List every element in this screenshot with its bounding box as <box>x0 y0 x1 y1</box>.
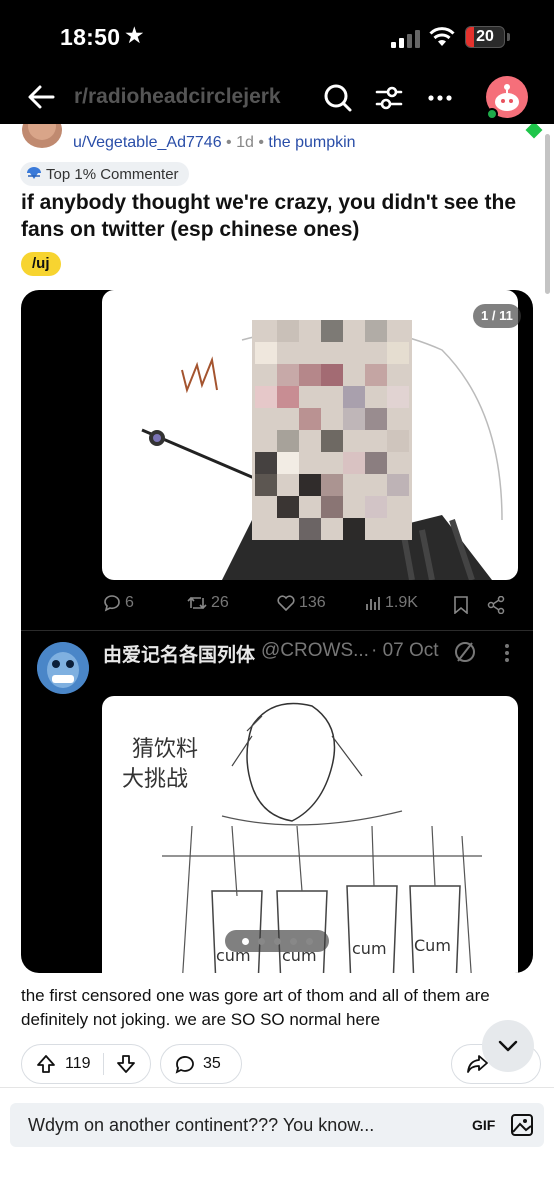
commenter-badge-icon <box>27 167 41 179</box>
like-stat: 136 <box>277 594 326 612</box>
filter-sliders-icon[interactable] <box>374 83 404 113</box>
user-flair[interactable]: the pumpkin <box>268 134 355 151</box>
share-network-icon <box>487 596 505 614</box>
subreddit-title[interactable]: r/radioheadcirclejerk <box>74 85 281 109</box>
heart-icon <box>277 595 295 611</box>
views-icon <box>366 597 380 610</box>
upvote-count: 119 <box>65 1055 91 1072</box>
new-indicator <box>525 124 543 139</box>
like-count: 136 <box>299 594 326 611</box>
retweet-icon <box>187 596 207 610</box>
cup-label-4: Cum <box>414 936 451 955</box>
battery-level: 20 <box>476 28 494 45</box>
gif-button[interactable]: GIF <box>472 1117 495 1133</box>
handwriting-1: 猜饮料 <box>132 737 198 762</box>
post-title: if anybody thought we're crazy, you didn… <box>21 191 516 241</box>
comment-composer-bar: Wdym on another continent??? You know...… <box>0 1087 554 1157</box>
more-options-icon[interactable] <box>425 83 455 113</box>
star-icon: ★ <box>124 22 145 48</box>
nav-bar: r/radioheadcirclejerk <box>0 76 554 124</box>
tweet-author-avatar <box>37 642 89 694</box>
author-avatar[interactable] <box>22 124 62 148</box>
chevron-down-icon <box>498 1040 518 1052</box>
battery-icon: 20 <box>465 26 505 48</box>
image-counter: 1 / 11 <box>473 304 521 328</box>
comment-input-placeholder: Wdym on another continent??? You know... <box>28 1115 375 1135</box>
post-flair-tag[interactable]: /uj <box>21 252 61 276</box>
home-indicator-area <box>0 1157 554 1200</box>
clock: 18:50 <box>60 24 121 50</box>
comment-count: 35 <box>203 1055 221 1072</box>
post-age: 1d <box>236 134 254 151</box>
handwriting-2: 大挑战 <box>122 767 188 792</box>
tweet-date: · 07 Oct <box>371 640 439 661</box>
search-icon[interactable] <box>323 83 353 113</box>
signal-icon <box>391 30 421 48</box>
no-entry-icon <box>455 642 475 662</box>
gallery-pagination[interactable] <box>225 930 329 952</box>
reply-icon <box>104 595 120 612</box>
commenter-badge[interactable]: Top 1% Commenter <box>20 162 189 186</box>
reply-count: 6 <box>125 594 134 611</box>
post-actions: 119 35 <box>0 1044 554 1084</box>
retweet-stat: 26 <box>187 594 229 612</box>
wifi-icon <box>429 27 455 46</box>
retweet-count: 26 <box>211 594 229 611</box>
back-arrow-icon[interactable] <box>26 82 56 112</box>
scrollbar[interactable] <box>545 134 550 294</box>
pixelated-censor <box>252 320 412 540</box>
downvote-icon[interactable] <box>116 1054 136 1074</box>
image-attach-icon[interactable] <box>510 1113 534 1137</box>
bookmark-icon <box>454 596 468 614</box>
comment-input[interactable]: Wdym on another continent??? You know...… <box>10 1103 544 1147</box>
vote-control: 119 <box>21 1044 151 1084</box>
online-status-dot <box>486 108 498 120</box>
cup-label-3: cum <box>352 939 387 958</box>
view-stat: 1.9K <box>365 594 418 612</box>
censored-artwork-image <box>102 290 518 580</box>
tweet-author-name: 由爱记名各国列体 <box>103 645 256 666</box>
upvote-icon[interactable] <box>36 1054 56 1074</box>
tweet-more-icon <box>505 644 509 662</box>
tweet-stats-bar: 6 26 136 1.9K <box>21 590 533 620</box>
comments-button[interactable]: 35 <box>160 1044 242 1084</box>
reply-stat: 6 <box>103 594 134 612</box>
scroll-down-button[interactable] <box>482 1020 534 1072</box>
post-body: the first censored one was gore art of t… <box>21 986 490 1029</box>
author-link[interactable]: u/Vegetable_Ad7746 <box>73 134 222 151</box>
view-count: 1.9K <box>385 594 418 611</box>
tweet-author-handle: @CROWS... <box>261 640 369 661</box>
badge-label: Top 1% Commenter <box>46 165 179 183</box>
status-bar: 18:50 ★ 20 <box>0 0 554 76</box>
image-gallery[interactable]: 1 / 11 6 26 136 1.9K 由爱记名各国列体 @CROWS... … <box>21 290 533 973</box>
post-meta: u/Vegetable_Ad7746 • 1d • the pumpkin <box>73 134 356 151</box>
comment-icon <box>175 1056 194 1074</box>
post-content: u/Vegetable_Ad7746 • 1d • the pumpkin To… <box>0 124 554 1087</box>
